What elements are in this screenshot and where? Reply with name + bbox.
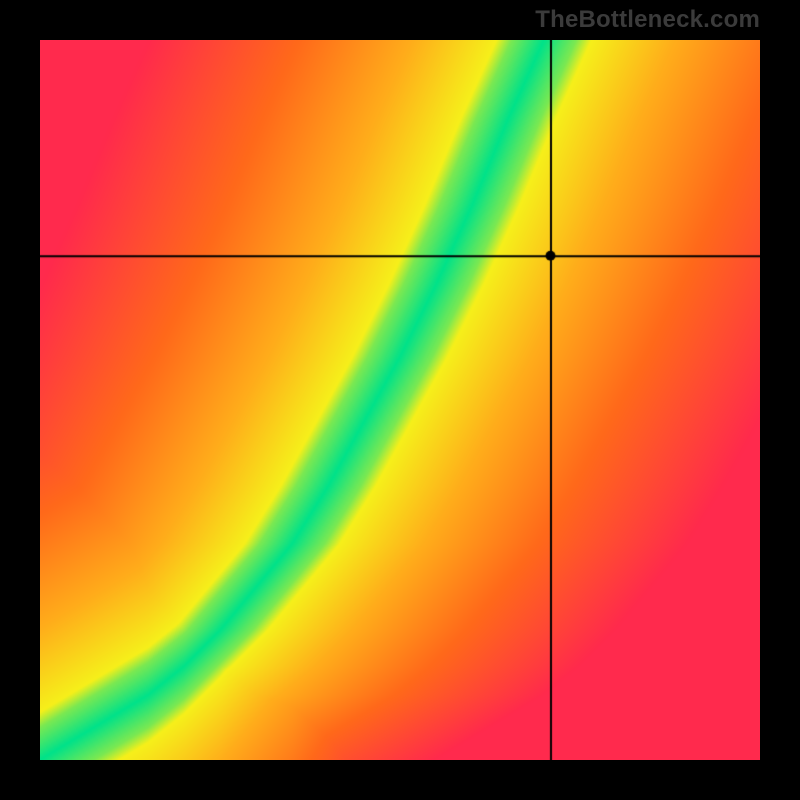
chart-frame: TheBottleneck.com bbox=[0, 0, 800, 800]
crosshair-overlay bbox=[40, 40, 760, 760]
watermark-text: TheBottleneck.com bbox=[535, 6, 760, 34]
